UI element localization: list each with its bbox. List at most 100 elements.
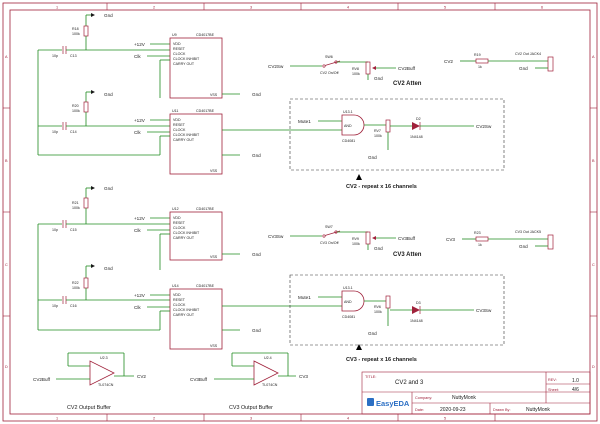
u13-2-type: AND [344,300,352,304]
d3-part: 1N4148 [410,319,423,323]
r22-ref: R22 [72,281,79,285]
r22-val: 100k [72,286,80,290]
frame-col-4: 4 [347,6,349,10]
date-label: Date: [415,408,424,412]
jack4-label: CV2 Out JACK4 [515,52,541,56]
gnd-net-u14-vss: Gnd [252,328,261,333]
u14-pin-inhibit: CLOCK INHIBIT [173,308,200,312]
d2-part: 1N4148 [410,135,423,139]
u9-ref: U9 [172,33,177,37]
r23-val: 1k [478,243,482,247]
frame-row-c-right: C [592,263,595,267]
frame-col-6: 6 [541,6,543,10]
gnd-net-u12: Gnd [104,186,113,191]
rev-label: REV: [548,378,557,382]
frame-col-2-bottom: 2 [153,417,155,421]
cv2-atten-label: CV2 Atten [393,81,422,87]
sw6-ref: SW6 [325,55,333,59]
frame-row-d-right: D [592,365,595,369]
c14-ref: C14 [70,130,77,134]
u11-pin-inhibit: CLOCK INHIBIT [173,133,200,137]
d3-ref: D3 [416,301,421,305]
u9-pin-inhibit: CLOCK INHIBIT [173,57,200,61]
rv6-ref: RV6 [374,305,381,309]
r21-ref: R21 [72,201,79,205]
u14-pin-carry: CARRY OUT [173,313,195,317]
cv2sw-net-out: CV2Sw [476,124,492,129]
d2-ref: D2 [416,117,421,121]
sw6-name: CV2 On/Off [320,71,339,75]
rev-value: 1.0 [572,378,579,384]
c13-val: 10p [52,54,58,58]
u14-part: CD4017BE [196,284,215,288]
u23-out: CV2 [137,374,146,379]
u24-part: TL074CN [262,383,278,387]
u12-pin-carry: CARRY OUT [173,236,195,240]
clk-net-u9: Clk [134,54,141,59]
clk-net-u14: Clk [134,305,141,310]
rv6-val: 100k [374,310,382,314]
rv8-val: 100k [352,72,360,76]
cv3buff-net: CV3Buff [398,236,416,241]
u12-pin-reset: RESET [173,221,186,225]
cv2-net-jack: CV2 [444,59,453,64]
frame-col-4-bottom: 4 [347,417,349,421]
r21-val: 100k [72,206,80,210]
u11-ref: U11 [172,109,178,113]
frame-row-c: C [5,263,8,267]
c14-val: 10p [52,130,58,134]
frame-col-5: 5 [444,6,446,10]
u23-in: CV2Buff [33,377,51,382]
jack5-label: CV3 Out JACK5 [515,230,541,234]
u11-pin-carry: CARRY OUT [173,138,195,142]
drawn-label: Drawn By: [493,408,511,412]
rv9-val: 100k [352,242,360,246]
u12-pin-clock: CLOCK [173,226,186,230]
mute1-net-cv2: Mute1 [298,119,311,124]
gnd-net-jack5: Gnd [519,244,528,249]
easyeda-logo-text: EasyEDA [376,399,410,408]
frame-col-5-bottom: 5 [444,417,446,421]
sheet-title: CV2 and 3 [395,380,424,386]
u24-out: CV3 [299,374,308,379]
u13-1-ref: U13.1 [343,110,353,114]
gnd-net-rv6: Gnd [368,331,377,336]
frame-col-1-bottom: 1 [56,417,58,421]
cv2buff-net: CV2Buff [398,66,416,71]
r18-ref: R18 [72,27,79,31]
u12-ref: U12 [172,207,179,211]
u11-pin-clock: CLOCK [173,128,186,132]
date-value: 2020-09-23 [440,407,466,413]
u14-pin-vss: VSS [210,344,218,348]
company-value: NuttyMonk [452,395,476,401]
u24-title: CV3 Output Buffer [229,405,273,411]
u9-pin-vss: VSS [210,93,218,97]
clk-net-u11: Clk [134,130,141,135]
sheet-label: Sheet: [548,388,559,392]
cv3sw-net-out: CV3Sw [476,308,492,313]
gnd-net-rv7: Gnd [368,155,377,160]
cv3-atten-label: CV3 Atten [393,252,422,258]
u13-1-part: CD4081 [342,139,355,143]
u13-1-type: AND [344,124,352,128]
cv3-repeat-label: CV3 - repeat x 16 channels [346,357,417,363]
v12-net-u14: +12V [134,293,146,298]
u12-part: CD4017BE [196,207,215,211]
rv7-val: 100k [374,134,382,138]
u11-part: CD4017BE [196,109,215,113]
r20-ref: R20 [72,104,79,108]
c15-ref: C15 [70,228,77,232]
u12-pin-inhibit: CLOCK INHIBIT [173,231,200,235]
gnd-net-rv8: Gnd [374,76,383,81]
u23-title: CV2 Output Buffer [67,405,111,411]
u12-pin-vdd: VDD [173,216,181,220]
u11-pin-vdd: VDD [173,118,181,122]
sw7-ref: SW7 [325,225,333,229]
u14-pin-clock: CLOCK [173,303,186,307]
v12-net-u9: +12V [134,42,146,47]
frame-col-2: 2 [153,6,155,10]
gnd-net-u11-vss: Gnd [252,153,261,158]
c15-val: 10p [52,228,58,232]
u9-pin-vdd: VDD [173,42,181,46]
v12-net-u12: +12V [134,216,146,221]
